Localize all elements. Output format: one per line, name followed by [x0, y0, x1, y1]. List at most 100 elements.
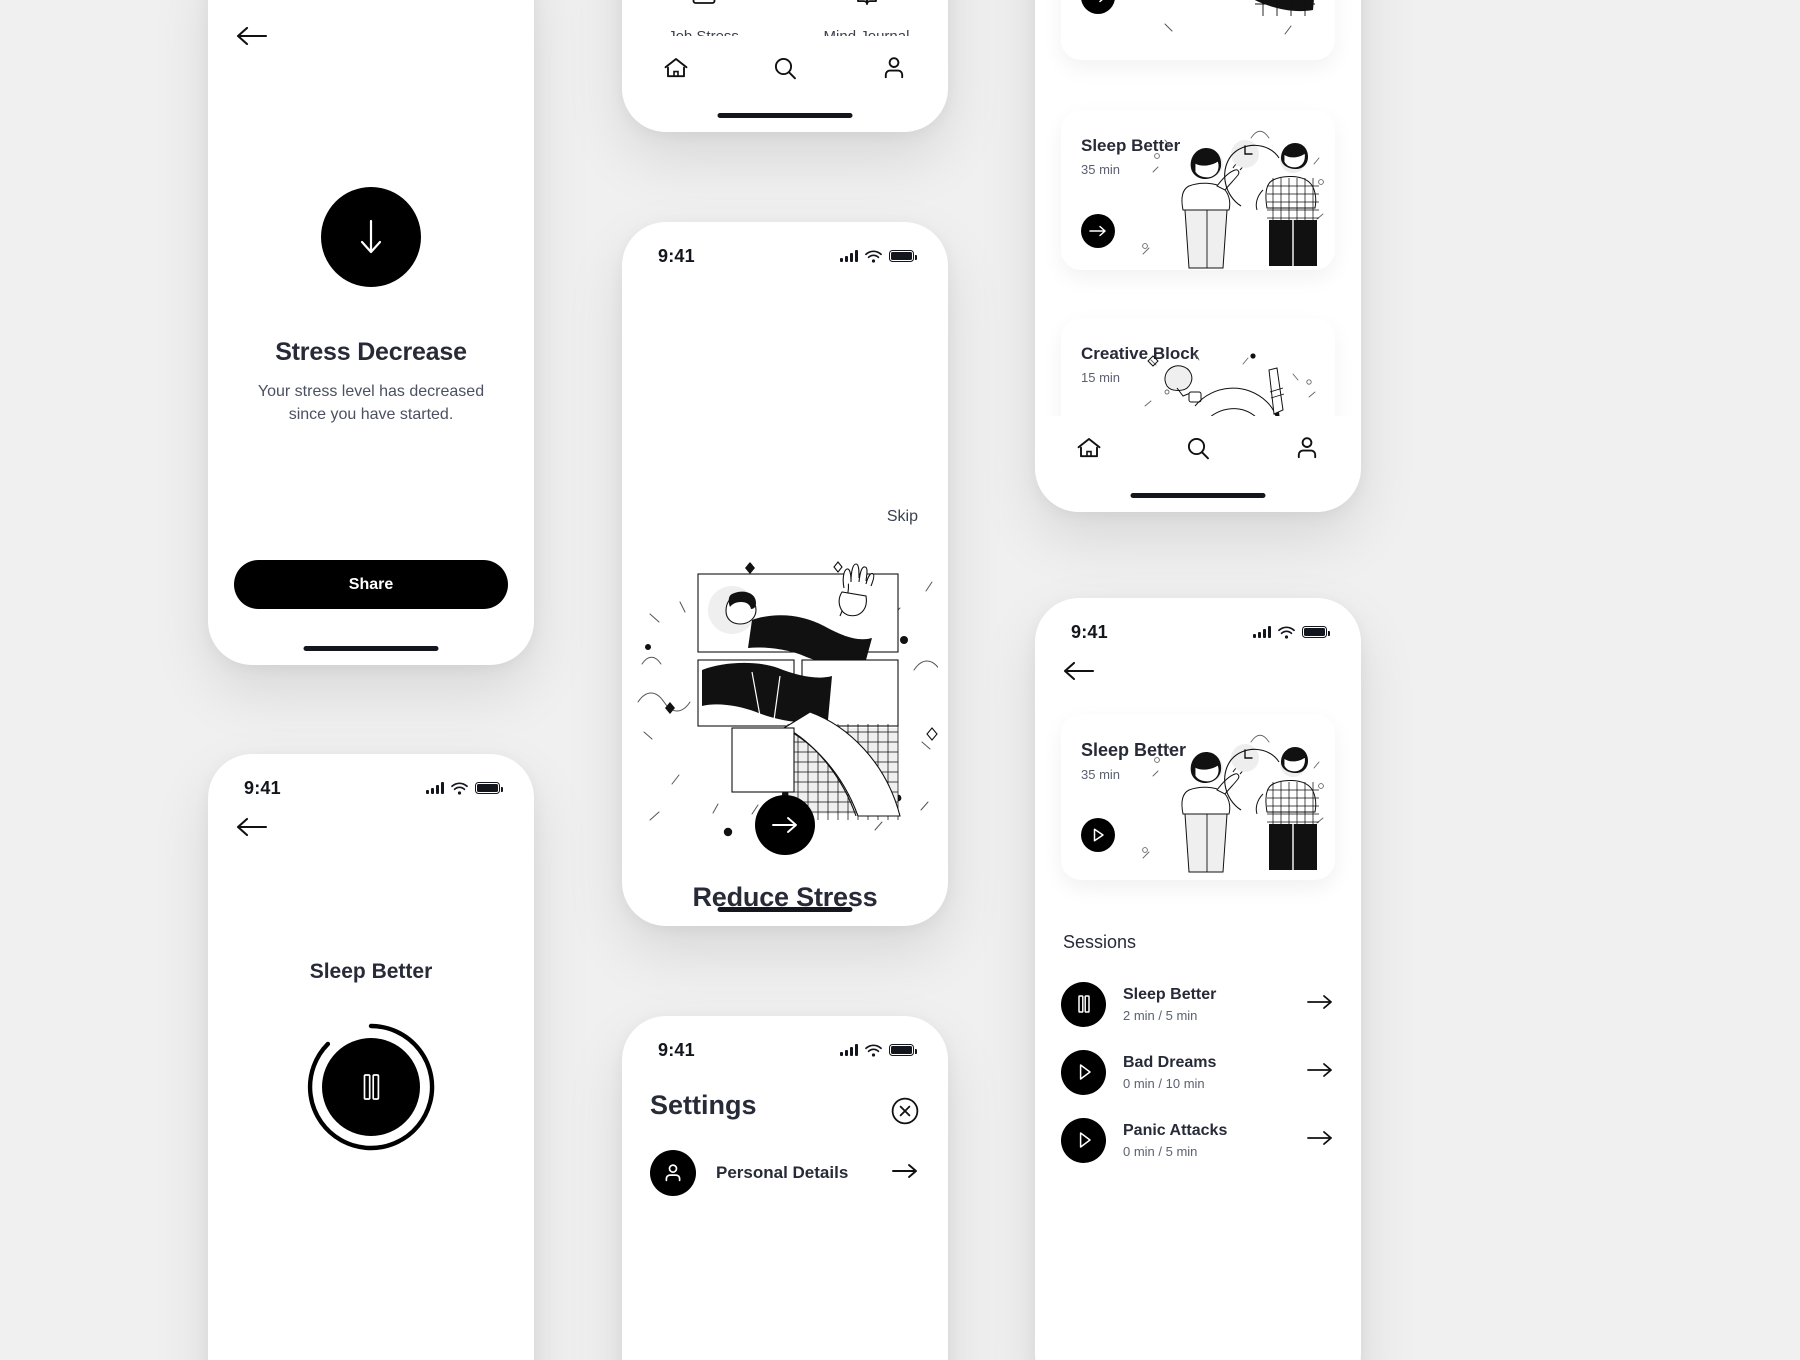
play-icon — [1093, 828, 1104, 842]
arrow-right-icon[interactable] — [1305, 1128, 1335, 1153]
hero-play-button[interactable] — [1081, 818, 1115, 852]
signal-icon — [1253, 626, 1271, 638]
home-indicator — [717, 907, 853, 912]
signal-icon — [840, 1044, 858, 1056]
battery-icon — [889, 1044, 917, 1056]
wifi-icon — [451, 781, 468, 795]
screen-session-detail: 9:41 Sleep Better 35 min Sessions Sleep … — [1035, 598, 1361, 1360]
page-title: Sleep Better — [309, 960, 433, 983]
page-description: Your stress level has decreased since yo… — [257, 383, 485, 424]
status-time: 9:41 — [1071, 621, 1108, 642]
close-button[interactable] — [890, 1096, 920, 1131]
arrow-right-icon — [1089, 225, 1106, 237]
person-icon — [884, 57, 903, 79]
person-sitting-illustration — [1164, 0, 1315, 35]
wifi-icon — [865, 249, 882, 263]
share-button[interactable]: Share — [234, 560, 508, 609]
back-button[interactable] — [1063, 660, 1097, 687]
tab-home[interactable] — [1075, 434, 1103, 467]
wifi-icon — [1278, 625, 1295, 639]
tab-home[interactable] — [662, 54, 690, 87]
status-bar: 9:41 — [622, 1016, 948, 1068]
arrow-right-icon — [772, 817, 797, 833]
home-indicator — [1130, 493, 1266, 498]
session-name: Panic Attacks — [1123, 1121, 1228, 1139]
tab-profile[interactable] — [880, 54, 908, 87]
battery-icon — [475, 782, 503, 794]
status-bar: 9:41 — [1035, 598, 1361, 650]
result-card-sleep-better[interactable]: Sleep Better 35 min — [1061, 110, 1335, 270]
page-title: Settings — [650, 1090, 757, 1120]
battery-icon — [889, 250, 917, 262]
tab-search[interactable] — [1184, 434, 1212, 467]
play-icon[interactable] — [1061, 1049, 1106, 1095]
settings-row-personal-details[interactable]: Personal Details — [650, 1150, 920, 1196]
signal-icon — [426, 782, 444, 794]
card-action-button[interactable] — [1081, 214, 1115, 248]
status-icons — [840, 1043, 917, 1057]
status-icons — [1253, 625, 1330, 639]
card-action-button[interactable] — [1081, 0, 1115, 14]
back-button[interactable] — [236, 816, 270, 843]
stress-down-badge — [321, 187, 421, 287]
hero-session-card[interactable]: Sleep Better 35 min — [1061, 714, 1335, 880]
arrow-left-icon — [1063, 661, 1095, 681]
briefcase-icon — [692, 0, 715, 4]
status-time: 9:41 — [244, 777, 281, 798]
session-progress: 0 min / 5 min — [1123, 1143, 1198, 1159]
share-button-label: Share — [348, 575, 394, 593]
back-button[interactable] — [236, 25, 270, 52]
session-row[interactable]: Bad Dreams 0 min / 10 min — [1061, 1038, 1335, 1106]
pause-icon[interactable] — [1061, 981, 1106, 1027]
person-icon — [1297, 437, 1316, 459]
two-people-clock-illustration — [1142, 734, 1324, 873]
status-bar: 9:41 — [622, 222, 948, 274]
page-title: Stress Decrease — [275, 338, 467, 366]
result-card[interactable] — [1061, 0, 1335, 60]
play-icon[interactable] — [1061, 1117, 1106, 1163]
session-row[interactable]: Sleep Better 2 min / 5 min — [1061, 970, 1335, 1038]
session-row[interactable]: Panic Attacks 0 min / 5 min — [1061, 1106, 1335, 1174]
skip-button[interactable]: Skip — [887, 508, 918, 526]
arrow-right-icon[interactable] — [1305, 992, 1335, 1017]
next-button[interactable] — [755, 795, 815, 855]
bottom-tab-bar — [1035, 416, 1361, 512]
close-circle-icon — [891, 1097, 919, 1125]
session-name: Sleep Better — [1123, 985, 1217, 1003]
person-icon — [650, 1150, 696, 1196]
arrow-down-icon — [360, 219, 382, 254]
session-info: Panic Attacks 0 min / 5 min — [1123, 1122, 1288, 1159]
status-time: 9:41 — [658, 1039, 695, 1060]
play-pause-button[interactable] — [322, 1038, 420, 1136]
search-icon — [1187, 437, 1209, 460]
arrow-left-icon — [236, 817, 268, 837]
screen-settings: 9:41 Settings Personal Details — [622, 1016, 948, 1360]
screenshot-canvas: Stress Decrease Your stress level has de… — [0, 0, 1800, 1360]
bottom-tab-bar — [622, 36, 948, 132]
pause-icon — [363, 1074, 380, 1100]
home-indicator — [717, 113, 853, 118]
arrow-right-icon — [1099, 0, 1103, 3]
settings-row-label: Personal Details — [716, 1163, 849, 1182]
screen-stress-decrease: Stress Decrease Your stress level has de… — [208, 0, 534, 665]
screen-reduce-stress: 9:41 Skip Reduce Stress — [622, 222, 948, 926]
tab-profile[interactable] — [1293, 434, 1321, 467]
wifi-icon — [865, 1043, 882, 1057]
status-time: 9:41 — [658, 245, 695, 266]
session-progress: 2 min / 5 min — [1123, 1007, 1198, 1023]
sessions-heading: Sessions — [1063, 932, 1137, 952]
player-progress-ring — [306, 1022, 436, 1152]
session-info: Bad Dreams 0 min / 10 min — [1123, 1054, 1288, 1091]
screen-search-results: Sleep Better 35 min Creative Block 15 mi… — [1035, 0, 1361, 512]
status-icons — [426, 781, 503, 795]
arrow-right-icon[interactable] — [1305, 1060, 1335, 1085]
battery-icon — [1302, 626, 1330, 638]
sessions-list: Sleep Better 2 min / 5 min Bad Dreams 0 … — [1061, 970, 1335, 1174]
signal-icon — [840, 250, 858, 262]
home-indicator — [303, 646, 439, 651]
tab-search[interactable] — [771, 54, 799, 87]
arrow-right-icon[interactable] — [890, 1161, 920, 1186]
session-progress: 0 min / 10 min — [1123, 1075, 1205, 1091]
two-people-clock-illustration — [1142, 130, 1324, 269]
search-icon — [774, 57, 796, 80]
